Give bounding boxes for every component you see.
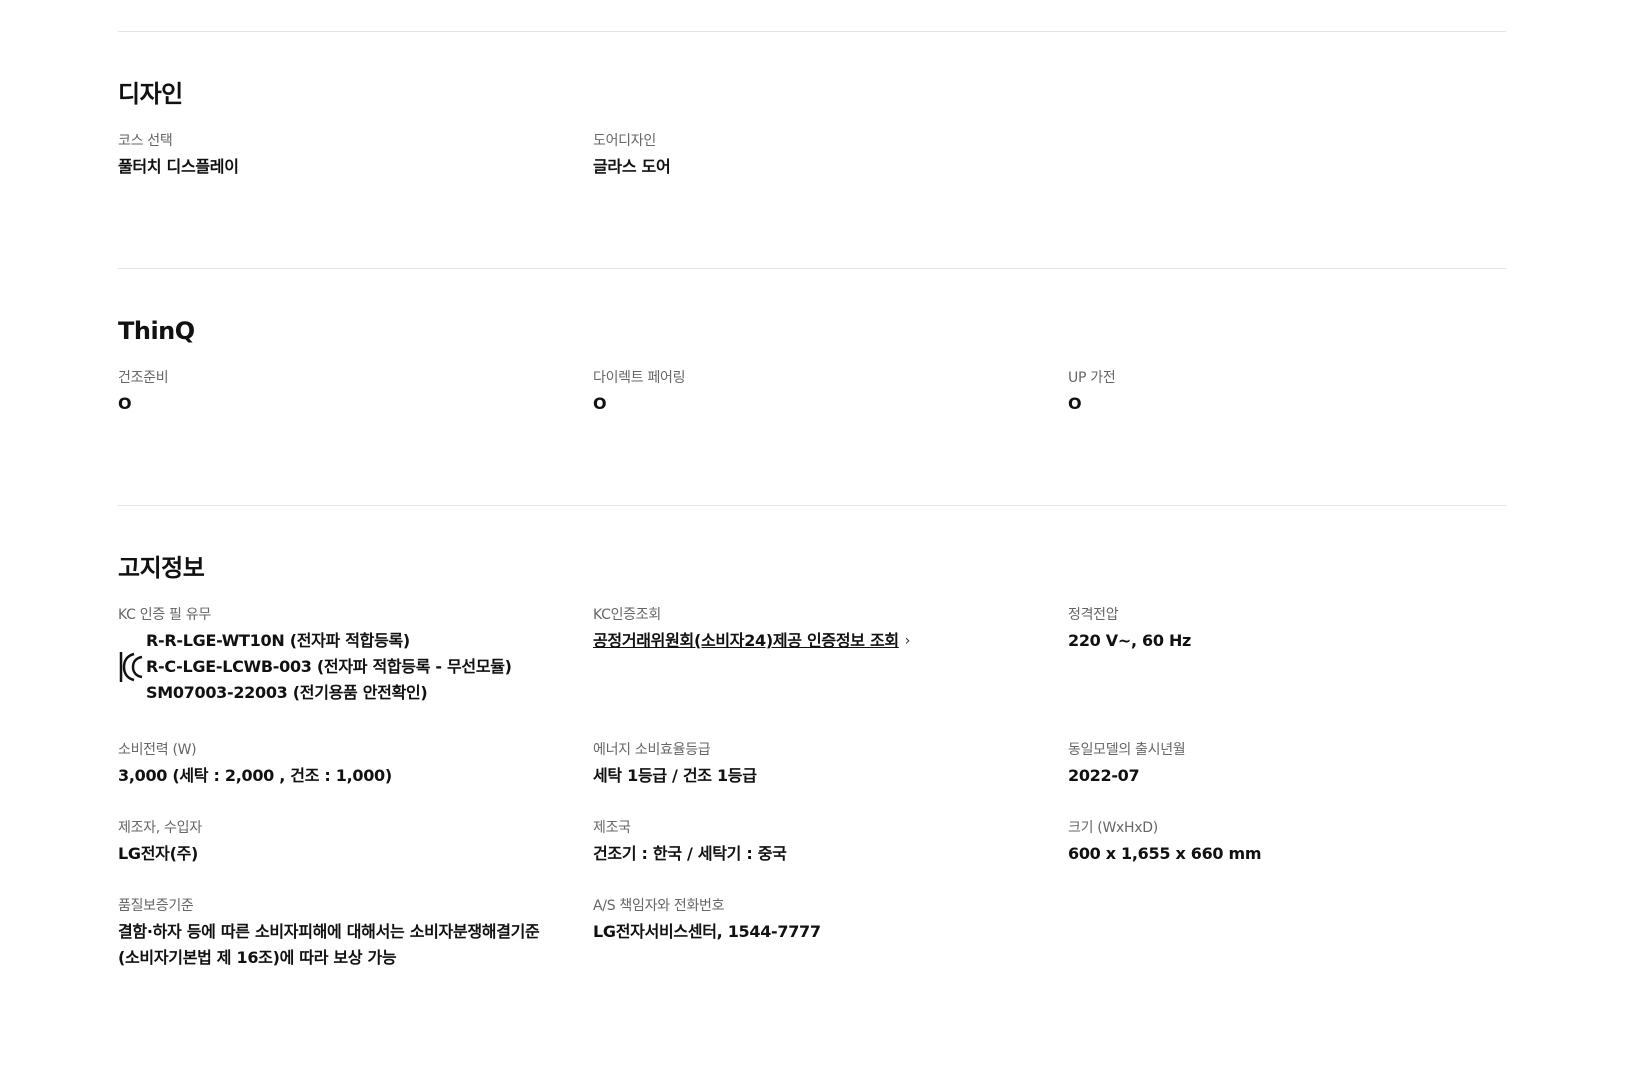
spec-label: 다이렉트 페어링 <box>593 370 686 386</box>
spec-value: LG전자서비스센터, 1544-7777 <box>593 922 821 941</box>
spec-warranty: 품질보증기준 결함·하자 등에 따른 소비자피해에 대해서는 소비자분쟁해결기준… <box>118 896 593 971</box>
spec-label: 소비전력 (W) <box>118 742 197 758</box>
spec-label: KC인증조회 <box>593 607 661 623</box>
spec-value: O <box>593 394 607 413</box>
spec-value: LG전자(주) <box>118 844 199 863</box>
spec-energy-grade: 에너지 소비효율등급 세탁 1등급 / 건조 1등급 <box>593 740 1068 818</box>
spec-dry-ready: 건조준비 O <box>118 368 593 417</box>
spec-value: 600 x 1,655 x 660 mm <box>1068 844 1262 863</box>
spec-value: 건조기 : 한국 / 세탁기 : 중국 <box>593 844 787 863</box>
kc-line: R-R-LGE-WT10N (전자파 적합등록) <box>146 631 410 650</box>
spec-label: KC 인증 필 유무 <box>118 607 211 623</box>
spec-label: UP 가전 <box>1068 370 1116 386</box>
spec-label: 건조준비 <box>118 370 169 386</box>
spec-value: O <box>1068 394 1082 413</box>
warranty-line: (소비자기본법 제 16조)에 따라 보상 가능 <box>118 948 397 967</box>
section-title-notice: 고지정보 <box>118 554 205 582</box>
kc-lookup-link-text[interactable]: 공정거래위원회(소비자24)제공 인증정보 조회 <box>593 628 899 654</box>
spec-manufacturer: 제조자, 수입자 LG전자(주) <box>118 818 593 896</box>
spec-kc-lookup: KC인증조회 공정거래위원회(소비자24)제공 인증정보 조회 › <box>593 605 1068 740</box>
spec-power-consumption: 소비전력 (W) 3,000 (세탁 : 2,000 , 건조 : 1,000) <box>118 740 593 818</box>
spec-label: 도어디자인 <box>593 133 656 149</box>
kc-line: SM07003-22003 (전기용품 안전확인) <box>146 683 428 702</box>
kc-certification-mark-icon <box>119 652 143 682</box>
notice-section: 고지정보 KC 인증 필 유무 R-R-LGE-WT10N (전자파 적합등록)… <box>118 506 1506 971</box>
kc-line: R-C-LGE-LCWB-003 (전자파 적합등록 - 무선모듈) <box>146 657 512 676</box>
spec-value: 결함·하자 등에 따른 소비자피해에 대해서는 소비자분쟁해결기준 (소비자기본… <box>118 919 573 971</box>
spec-label: 품질보증기준 <box>118 898 194 914</box>
spec-value: 세탁 1등급 / 건조 1등급 <box>593 766 757 785</box>
thinq-section: ThinQ 건조준비 O 다이렉트 페어링 O UP 가전 O <box>118 269 1506 505</box>
spec-course-select: 코스 선택 풀터치 디스플레이 <box>118 131 593 180</box>
spec-country: 제조국 건조기 : 한국 / 세탁기 : 중국 <box>593 818 1068 896</box>
spec-size: 크기 (WxHxD) 600 x 1,655 x 660 mm <box>1068 818 1506 896</box>
spec-label: 동일모델의 출시년월 <box>1068 742 1186 758</box>
spec-door-design: 도어디자인 글라스 도어 <box>593 131 1068 180</box>
spec-as-contact: A/S 책임자와 전화번호 LG전자서비스센터, 1544-7777 <box>593 896 1068 971</box>
kc-block: R-R-LGE-WT10N (전자파 적합등록) R-C-LGE-LCWB-00… <box>118 628 573 706</box>
spec-label: 제조국 <box>593 820 631 836</box>
section-title-thinq: ThinQ <box>118 317 195 345</box>
spec-up-appliance: UP 가전 O <box>1068 368 1506 417</box>
spec-value: 220 V~, 60 Hz <box>1068 631 1192 650</box>
spec-direct-pairing: 다이렉트 페어링 O <box>593 368 1068 417</box>
kc-lines: R-R-LGE-WT10N (전자파 적합등록) R-C-LGE-LCWB-00… <box>146 628 512 706</box>
spec-label: 제조자, 수입자 <box>118 820 202 836</box>
spec-label: 정격전압 <box>1068 607 1119 623</box>
spec-empty <box>1068 896 1506 971</box>
spec-container: 디자인 코스 선택 풀터치 디스플레이 도어디자인 글라스 도어 ThinQ 건… <box>118 0 1506 971</box>
spec-label: 크기 (WxHxD) <box>1068 820 1158 836</box>
spec-value: 3,000 (세탁 : 2,000 , 건조 : 1,000) <box>118 766 392 785</box>
spec-label: A/S 책임자와 전화번호 <box>593 898 725 914</box>
spec-rated-voltage: 정격전압 220 V~, 60 Hz <box>1068 605 1506 740</box>
warranty-line: 결함·하자 등에 따른 소비자피해에 대해서는 소비자분쟁해결기준 <box>118 922 540 941</box>
section-title-design: 디자인 <box>118 80 183 108</box>
design-section: 디자인 코스 선택 풀터치 디스플레이 도어디자인 글라스 도어 <box>118 32 1506 268</box>
spec-label: 에너지 소비효율등급 <box>593 742 711 758</box>
spec-release-date: 동일모델의 출시년월 2022-07 <box>1068 740 1506 818</box>
spec-kc-certification: KC 인증 필 유무 R-R-LGE-WT10N (전자파 적합등록) R-C-… <box>118 605 593 740</box>
chevron-right-icon: › <box>904 633 911 649</box>
spec-value: 글라스 도어 <box>593 157 671 176</box>
spec-value: 2022-07 <box>1068 766 1140 785</box>
spec-value: 풀터치 디스플레이 <box>118 157 239 176</box>
spec-label: 코스 선택 <box>118 133 173 149</box>
kc-lookup-link[interactable]: 공정거래위원회(소비자24)제공 인증정보 조회 › <box>593 628 1048 654</box>
spec-value: O <box>118 394 132 413</box>
